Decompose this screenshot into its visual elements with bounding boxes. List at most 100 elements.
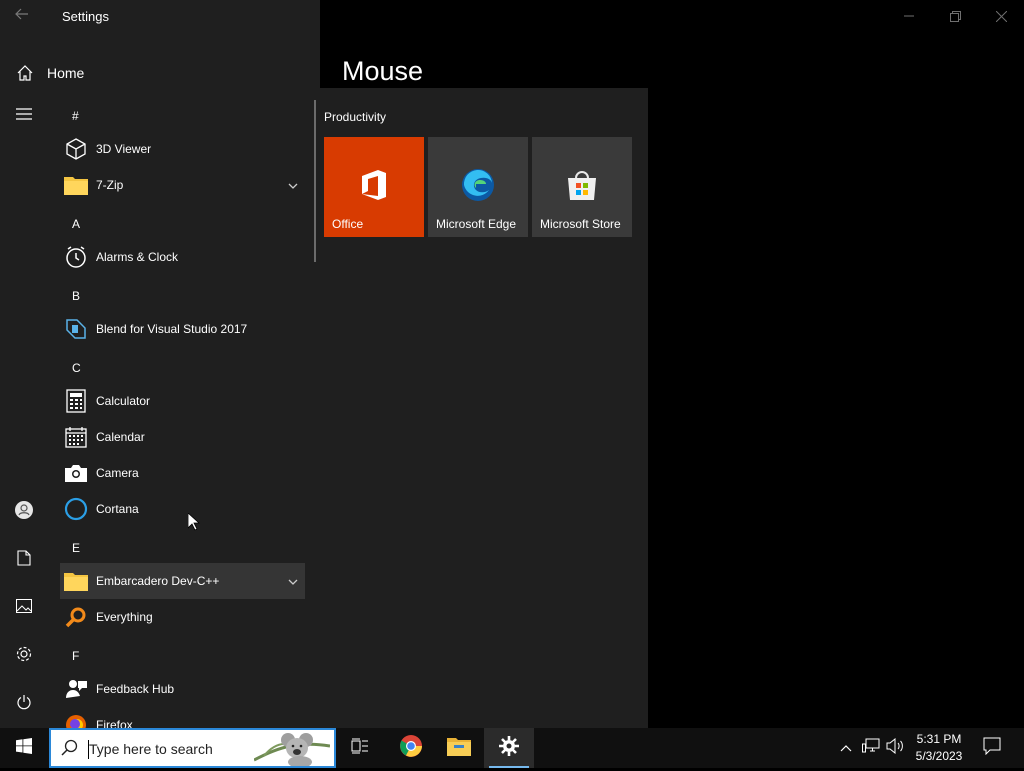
magnifier-icon — [64, 605, 88, 629]
home-label: Home — [47, 65, 85, 81]
app-label: Alarms & Clock — [96, 250, 179, 264]
edge-icon — [461, 168, 495, 202]
list-header-a[interactable]: A — [72, 217, 80, 231]
store-icon — [565, 168, 599, 202]
power-button[interactable] — [0, 680, 48, 728]
tile-group-title[interactable]: Productivity — [324, 110, 386, 124]
list-header-e[interactable]: E — [72, 541, 80, 555]
home-icon — [16, 64, 34, 82]
windows-logo-icon — [16, 737, 32, 759]
action-center-button[interactable] — [978, 728, 1006, 768]
user-icon — [14, 500, 34, 525]
app-list-scrollbar[interactable] — [314, 100, 316, 262]
expand-menu-button[interactable] — [0, 92, 48, 140]
settings-gear-icon — [499, 735, 519, 761]
list-item-calendar[interactable]: Calendar — [60, 419, 305, 455]
taskbar-file-explorer[interactable] — [434, 728, 484, 768]
cortana-icon — [64, 497, 88, 521]
search-placeholder: Type here to search — [89, 741, 213, 757]
task-view-icon — [351, 738, 369, 759]
app-label: Calendar — [96, 430, 145, 444]
volume-button[interactable] — [884, 728, 906, 768]
network-icon — [862, 738, 880, 759]
calendar-icon — [64, 425, 88, 449]
tile-label: Office — [332, 217, 364, 231]
app-label: Embarcadero Dev-C++ — [96, 574, 220, 588]
start-menu: # 3D Viewer 7-Zip A Alarms & Clock B Ble… — [0, 88, 648, 728]
clock-time: 5:31 PM — [916, 732, 962, 746]
taskbar-settings[interactable] — [484, 728, 534, 768]
window-title: Settings — [62, 9, 109, 24]
taskbar-search-box[interactable]: Type here to search — [49, 728, 336, 768]
cube-icon — [64, 137, 88, 161]
taskbar: Type here to search 5:31 PM 5/3/2023 — [0, 728, 1024, 768]
page-title: Mouse — [342, 56, 424, 86]
search-icon — [61, 739, 79, 757]
list-item-blend[interactable]: Blend for Visual Studio 2017 — [60, 311, 305, 347]
clock-date: 5/3/2023 — [915, 749, 963, 763]
clock-button[interactable]: 5:31 PM 5/3/2023 — [906, 731, 972, 765]
list-item-camera[interactable]: Camera — [60, 455, 305, 491]
firefox-icon — [64, 713, 88, 728]
office-icon — [357, 168, 391, 202]
start-rail — [0, 88, 48, 728]
tile-label: Microsoft Edge — [436, 217, 517, 231]
close-button[interactable] — [978, 0, 1024, 32]
documents-icon — [17, 549, 31, 571]
list-item-cortana[interactable]: Cortana — [60, 491, 305, 527]
app-label: Everything — [96, 610, 153, 624]
list-header-f[interactable]: F — [72, 649, 79, 663]
chevron-down-icon[interactable] — [287, 575, 299, 587]
settings-button[interactable] — [0, 632, 48, 680]
folder-icon — [64, 173, 88, 197]
app-label: Camera — [96, 466, 139, 480]
home-nav-item[interactable]: Home — [0, 58, 320, 88]
show-hidden-icons-button[interactable] — [836, 728, 856, 768]
list-item-3d-viewer[interactable]: 3D Viewer — [60, 131, 305, 167]
restore-button[interactable] — [932, 0, 978, 32]
folder-icon — [64, 569, 88, 593]
file-explorer-icon — [447, 736, 471, 761]
tile-microsoft-store[interactable]: Microsoft Store — [532, 137, 632, 237]
app-label: Blend for Visual Studio 2017 — [96, 322, 248, 336]
list-item-feedback-hub[interactable]: Feedback Hub — [60, 671, 305, 707]
notification-icon — [983, 737, 1001, 760]
clock-icon — [64, 245, 88, 269]
list-item-embarcadero-dev-cpp[interactable]: Embarcadero Dev-C++ — [60, 563, 305, 599]
documents-button[interactable] — [0, 536, 48, 584]
app-label: Cortana — [96, 502, 139, 516]
back-arrow-icon[interactable] — [14, 6, 36, 26]
list-header-hash[interactable]: # — [72, 109, 79, 123]
list-header-b[interactable]: B — [72, 289, 80, 303]
list-item-alarms-clock[interactable]: Alarms & Clock — [60, 239, 305, 275]
app-label: 7-Zip — [96, 178, 124, 192]
list-item-calculator[interactable]: Calculator — [60, 383, 305, 419]
tile-microsoft-edge[interactable]: Microsoft Edge — [428, 137, 528, 237]
tile-label: Microsoft Store — [540, 217, 621, 231]
koala-search-highlight-icon[interactable] — [253, 730, 331, 768]
pictures-button[interactable] — [0, 584, 48, 632]
app-label: Calculator — [96, 394, 151, 408]
app-label: Firefox — [96, 718, 133, 728]
user-account-button[interactable] — [0, 488, 48, 536]
network-button[interactable] — [860, 728, 882, 768]
app-list: # 3D Viewer 7-Zip A Alarms & Clock B Ble… — [48, 88, 318, 728]
chevron-down-icon[interactable] — [287, 179, 299, 191]
start-button[interactable] — [0, 728, 48, 768]
blend-icon — [64, 317, 88, 341]
task-view-button[interactable] — [335, 728, 385, 768]
chrome-icon — [399, 734, 423, 763]
mouse-cursor — [187, 512, 201, 531]
power-icon — [16, 694, 32, 715]
minimize-button[interactable] — [886, 0, 932, 32]
list-item-firefox[interactable]: Firefox — [60, 707, 305, 728]
hamburger-icon — [16, 107, 32, 125]
tile-office[interactable]: Office — [324, 137, 424, 237]
list-header-c[interactable]: C — [72, 361, 81, 375]
list-item-everything[interactable]: Everything — [60, 599, 305, 635]
taskbar-chrome[interactable] — [386, 728, 436, 768]
feedback-icon — [64, 677, 88, 701]
list-item-7-zip[interactable]: 7-Zip — [60, 167, 305, 203]
app-label: Feedback Hub — [96, 682, 175, 696]
chevron-up-icon — [840, 739, 852, 757]
